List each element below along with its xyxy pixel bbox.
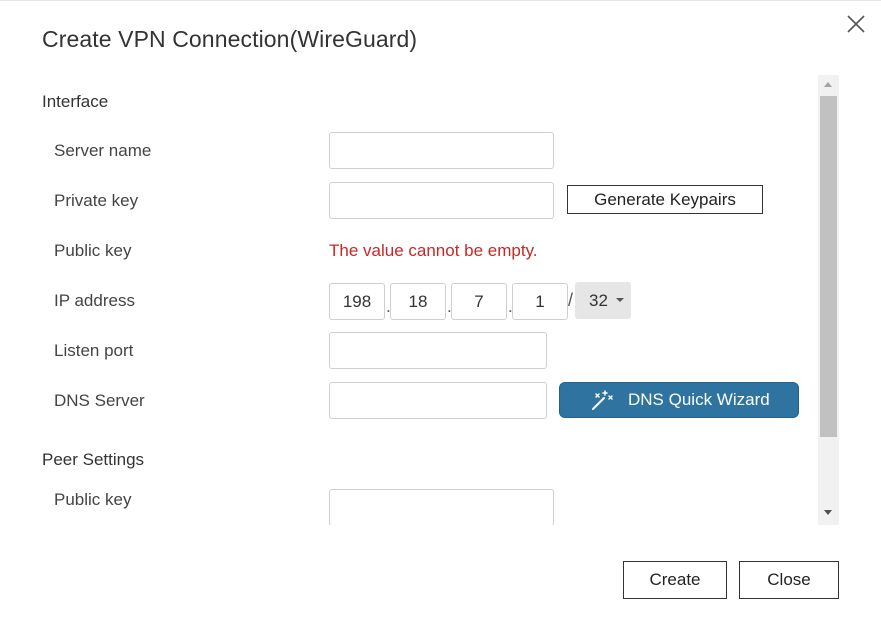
public-key-label: Public key	[54, 241, 132, 260]
listen-port-label: Listen port	[54, 341, 134, 360]
create-button[interactable]: Create	[623, 561, 727, 599]
dns-server-input[interactable]	[329, 382, 547, 419]
private-key-input[interactable]	[329, 182, 554, 219]
public-key-error: The value cannot be empty.	[329, 241, 538, 260]
dns-quick-wizard-button[interactable]: DNS Quick Wizard	[559, 382, 799, 418]
peer-settings-heading: Peer Settings	[42, 450, 145, 469]
close-icon[interactable]	[845, 13, 867, 35]
ip-octet-2-input[interactable]: 18	[390, 283, 446, 320]
ip-prefix-value: 32	[589, 291, 608, 310]
server-name-input[interactable]	[329, 132, 554, 169]
ip-prefix-select[interactable]: 32	[575, 282, 631, 319]
scrollbar-thumb[interactable]	[820, 96, 837, 437]
dns-server-label: DNS Server	[54, 391, 145, 410]
ip-octet-1-input[interactable]: 198	[329, 283, 385, 320]
peer-public-key-label: Public key	[54, 490, 132, 509]
listen-port-input[interactable]	[329, 332, 547, 369]
dns-quick-wizard-label: DNS Quick Wizard	[628, 390, 770, 409]
ip-octet-4-input[interactable]: 1	[512, 283, 568, 320]
server-name-label: Server name	[54, 141, 152, 160]
create-vpn-dialog: Create VPN Connection(WireGuard) Interfa…	[0, 0, 881, 619]
caret-down-icon	[616, 298, 624, 302]
ip-octet-3-input[interactable]: 7	[451, 283, 507, 320]
magic-wand-icon	[590, 389, 614, 416]
ip-address-label: IP address	[54, 291, 135, 310]
close-button[interactable]: Close	[739, 561, 839, 599]
scroll-up-icon[interactable]	[824, 82, 832, 87]
generate-keypairs-button[interactable]: Generate Keypairs	[567, 185, 763, 214]
ip-slash: /	[568, 290, 574, 310]
interface-heading: Interface	[42, 92, 109, 111]
peer-public-key-input[interactable]	[329, 489, 554, 525]
dialog-title: Create VPN Connection(WireGuard)	[42, 26, 418, 52]
scroll-down-icon[interactable]	[824, 510, 832, 515]
form-scroll-area: Interface Server name Private key Genera…	[0, 75, 840, 525]
private-key-label: Private key	[54, 191, 139, 210]
form-scrollbar[interactable]	[818, 75, 839, 525]
